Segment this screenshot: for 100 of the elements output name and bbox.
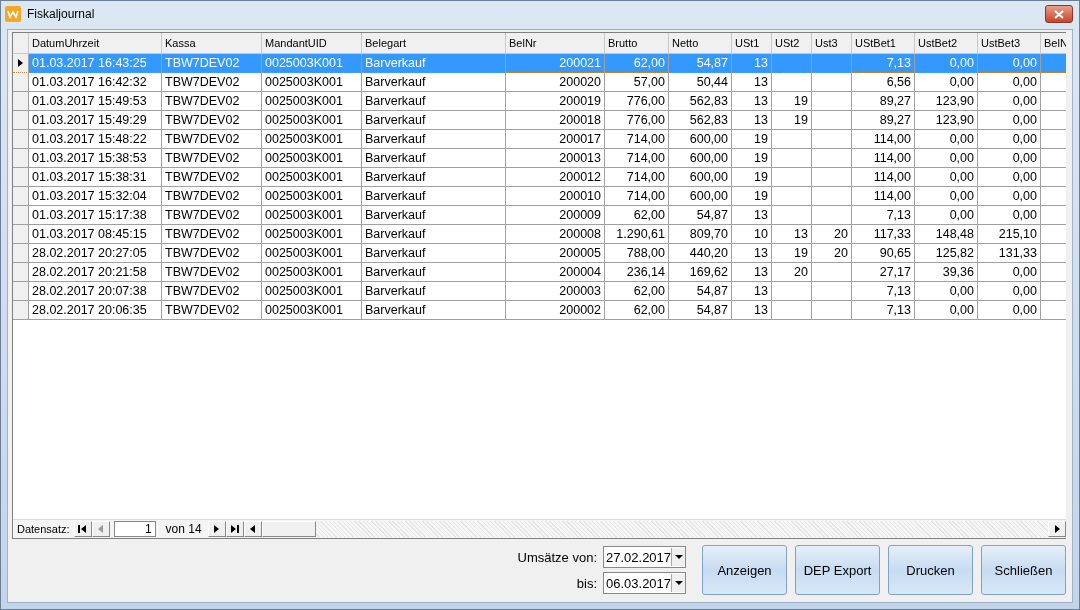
table-cell: 562,83 [669,111,732,130]
action-button[interactable]: Schließen [981,545,1066,595]
table-cell: 776,00 [605,92,669,111]
table-cell: 01.03.2017 15:48:22 [29,130,162,149]
column-header[interactable]: Ust3 [812,33,852,54]
table-cell: 28.02.2017 20:07:38 [29,282,162,301]
table-cell: 0025003K001 [262,149,362,168]
table-cell: 200012 [506,168,605,187]
row-selector[interactable] [13,54,29,73]
from-date-dropdown[interactable]: 27.02.2017 [603,546,686,568]
action-button[interactable]: DEP Export [795,545,880,595]
table-row[interactable]: 01.03.2017 15:32:04 TBW7DEV02 0025003K001 Barverkauf 200010 714,00 600,00 19 114,00 0,00 0,00 [13,187,1066,206]
table-cell: 148,48 [915,225,978,244]
table-cell: 54,87 [669,301,732,320]
dropdown-arrow-icon [674,554,683,560]
scrollbar-thumb[interactable] [261,521,316,537]
table-cell: 01.03.2017 16:42:32 [29,73,162,92]
column-header[interactable]: Netto [669,33,732,54]
table-cell: 62,00 [605,282,669,301]
column-header[interactable]: Kassa [162,33,262,54]
action-button[interactable]: Anzeigen [702,545,787,595]
right-triangle-icon [1053,524,1061,534]
table-cell: 28.02.2017 20:27:05 [29,244,162,263]
close-icon [1054,9,1064,19]
table-row[interactable]: 01.03.2017 15:38:31 TBW7DEV02 0025003K001 Barverkauf 200012 714,00 600,00 19 114,00 0,00 0,00 [13,168,1066,187]
scroll-right-button[interactable] [1048,521,1066,537]
table-cell: 01.03.2017 15:17:38 [29,206,162,225]
table-row[interactable]: 01.03.2017 15:38:53 TBW7DEV02 0025003K001 Barverkauf 200013 714,00 600,00 19 114,00 0,00 0,00 [13,149,1066,168]
action-button[interactable]: Drucken [888,545,973,595]
table-cell: 131,33 [978,244,1041,263]
table-cell: 13 [732,54,772,73]
table-row[interactable]: 28.02.2017 20:27:05 TBW7DEV02 0025003K001 Barverkauf 200005 788,00 440,20 13 19 20 90,65 125,82 131,33 [13,244,1066,263]
table-cell: 89,27 [852,92,915,111]
table-cell: TBW7DEV02 [162,282,262,301]
table-row[interactable]: 01.03.2017 15:48:22 TBW7DEV02 0025003K001 Barverkauf 200017 714,00 600,00 19 114,00 0,00 0,00 [13,130,1066,149]
table-cell [772,54,812,73]
table-cell: 200020 [506,73,605,92]
table-cell: TBW7DEV02 [162,225,262,244]
record-count: von 14 [164,522,203,536]
table-row[interactable]: 28.02.2017 20:07:38 TBW7DEV02 0025003K001 Barverkauf 200003 62,00 54,87 13 7,13 0,00 0,00 [13,282,1066,301]
to-date-dropdown[interactable]: 06.03.2017 [603,572,686,594]
table-row[interactable]: 01.03.2017 15:49:53 TBW7DEV02 0025003K001 Barverkauf 200019 776,00 562,83 13 19 89,27 123,90 0,00 [13,92,1066,111]
table-row[interactable]: 01.03.2017 08:45:15 TBW7DEV02 0025003K001 Barverkauf 200008 1.290,61 809,70 10 13 20 117,33 148,48 215,10 [13,225,1066,244]
table-cell: 200010 [506,187,605,206]
table-cell: 0,00 [915,282,978,301]
table-cell: 200005 [506,244,605,263]
table-cell: 0,00 [978,301,1041,320]
close-button[interactable] [1045,5,1073,23]
table-cell: TBW7DEV02 [162,206,262,225]
column-header[interactable]: Belegart [362,33,506,54]
table-cell: 714,00 [605,130,669,149]
table-cell [772,168,812,187]
column-header[interactable]: MandantUID [262,33,362,54]
table-cell: 13 [732,282,772,301]
record-number-field[interactable]: 1 [113,521,156,537]
table-cell: 0,00 [915,187,978,206]
table-cell: 123,90 [915,92,978,111]
column-header[interactable]: UstBet3 [978,33,1041,54]
table-cell: TBW7DEV02 [162,73,262,92]
table-cell [812,168,852,187]
table-cell: 200004 [506,263,605,282]
table-cell: 57,00 [605,73,669,92]
table-row[interactable]: 01.03.2017 16:42:32 TBW7DEV02 0025003K001 Barverkauf 200020 57,00 50,44 13 6,56 0,00 0,00 [13,73,1066,92]
table-cell: 0,00 [915,168,978,187]
next-record-button[interactable] [207,521,226,537]
table-cell: 200009 [506,206,605,225]
table-cell: 27,17 [852,263,915,282]
table-cell: 01.03.2017 16:43:25 [29,54,162,73]
table-cell [772,130,812,149]
table-cell: 0,00 [978,168,1041,187]
right-triangle-icon [213,524,221,534]
column-header[interactable]: BelNr [506,33,605,54]
first-record-button[interactable] [73,521,92,537]
table-cell: 0,00 [978,54,1041,73]
table-cell: Barverkauf [362,187,506,206]
column-header[interactable]: USt2 [772,33,812,54]
table-cell: TBW7DEV02 [162,187,262,206]
column-header[interactable]: UstBet2 [915,33,978,54]
table-cell: 114,00 [852,130,915,149]
table-row[interactable]: 01.03.2017 15:49:29 TBW7DEV02 0025003K001 Barverkauf 200018 776,00 562,83 13 19 89,27 123,90 0,00 [13,111,1066,130]
table-cell: 714,00 [605,187,669,206]
column-header[interactable]: DatumUhrzeit [29,33,162,54]
column-header[interactable]: UStBet1 [852,33,915,54]
column-header[interactable]: USt1 [732,33,772,54]
table-cell: 600,00 [669,187,732,206]
table-cell: 28.02.2017 20:21:58 [29,263,162,282]
table-row[interactable]: 28.02.2017 20:21:58 TBW7DEV02 0025003K001 Barverkauf 200004 236,14 169,62 13 20 27,17 39,36 0,00 [13,263,1066,282]
table-cell [772,187,812,206]
table-cell: 50,44 [669,73,732,92]
table-cell: 215,10 [978,225,1041,244]
table-cell: 19 [772,244,812,263]
left-triangle-icon [97,524,105,534]
table-cell: 0025003K001 [262,244,362,263]
table-cell: Barverkauf [362,301,506,320]
table-cell: 114,00 [852,168,915,187]
table-cell: Barverkauf [362,282,506,301]
table-row[interactable]: 28.02.2017 20:06:35 TBW7DEV02 0025003K001 Barverkauf 200002 62,00 54,87 13 7,13 0,00 0,00 [13,301,1066,320]
current-row-icon [17,58,24,68]
table-row[interactable]: 01.03.2017 15:17:38 TBW7DEV02 0025003K001 Barverkauf 200009 62,00 54,87 13 7,13 0,00 0,00 [13,206,1066,225]
column-header[interactable]: Brutto [605,33,669,54]
